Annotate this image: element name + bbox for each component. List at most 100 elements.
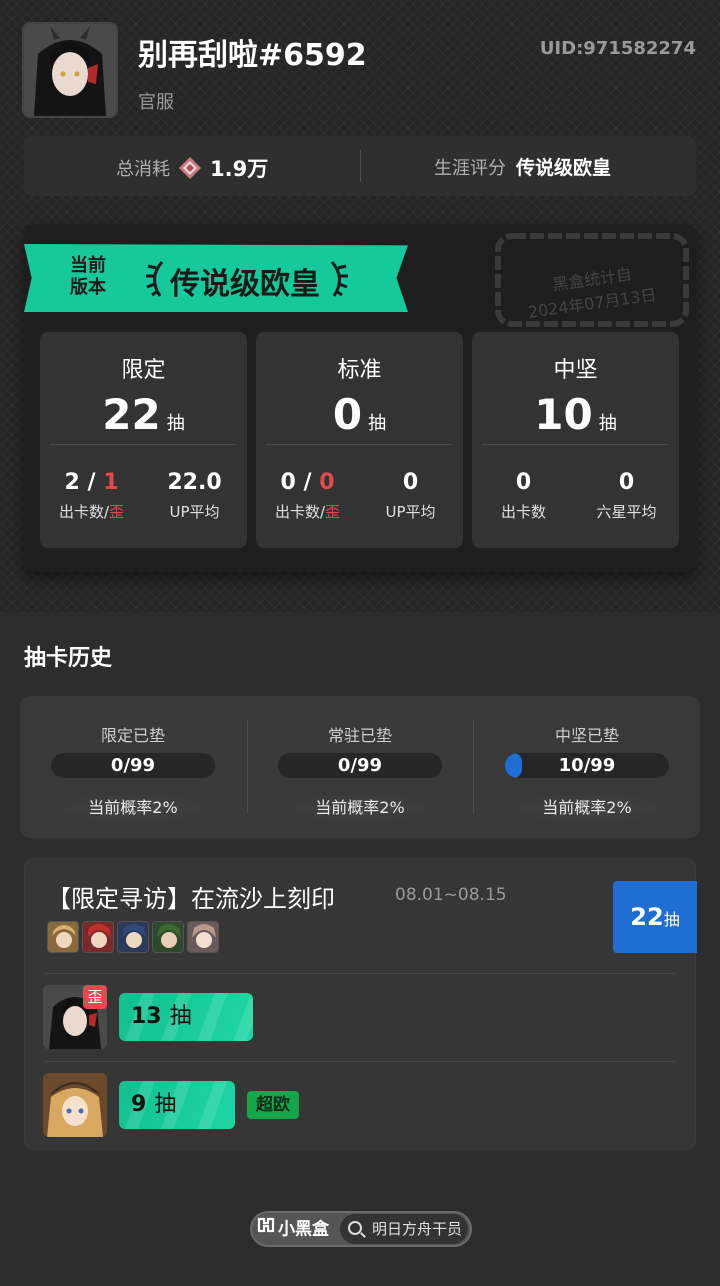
version-rating-ribbon: 当前 版本 传说级欧皇 <box>24 244 408 312</box>
lucky-badge: 超欧 <box>247 1091 299 1119</box>
pity-progress-bar: 0/99 <box>278 753 442 778</box>
offrate-label: 歪 <box>109 503 125 521</box>
pity-value: 10/99 <box>558 755 616 776</box>
current-version-card: 黑盒统计自 2024年07月13日 当前 版本 传说级欧皇 限定 22 抽 2 /… <box>24 224 696 572</box>
server-label: 官服 <box>138 92 174 113</box>
pool-box-standard[interactable]: 标准 0抽 0 / 0 出卡数/歪 0 UP平均 <box>256 332 463 548</box>
pulls-label: 出卡数 <box>58 503 104 521</box>
pool-count-unit: 抽 <box>166 413 185 434</box>
box-divider <box>50 444 237 445</box>
up-average-label: UP平均 <box>169 503 220 521</box>
pity-value: 0/99 <box>337 755 383 776</box>
pulls-label: 出卡数 <box>500 503 546 521</box>
offrate-label: 歪 <box>325 503 341 521</box>
pulls-value: 0 <box>515 470 532 495</box>
banner-divider <box>45 973 675 974</box>
search-pill: 明日方舟干员 <box>340 1214 468 1244</box>
pulls-offrate-cell: 0 / 0 出卡数/歪 <box>256 470 359 522</box>
pity-label: 常驻已垫 <box>327 726 392 745</box>
pull-count-unit: 抽 <box>169 1004 192 1029</box>
rating-value: 传说级欧皇 <box>516 157 612 179</box>
banner-total-badge: 22抽 <box>613 881 697 953</box>
pity-probability: 当前概率2% <box>58 794 208 822</box>
summary-stat-bar: 总消耗 1.9万 生涯评分 传说级欧皇 <box>24 136 696 196</box>
app-logo: 小黑盒 <box>256 1215 329 1243</box>
featured-operator-icon[interactable] <box>152 921 184 953</box>
search-icon <box>348 1221 362 1235</box>
banner-total-unit: 抽 <box>663 910 680 929</box>
pool-title: 标准 <box>337 358 382 383</box>
laurel-left-icon <box>144 260 166 302</box>
pity-kernel: 中坚已垫 10/99 当前概率2% <box>474 696 700 838</box>
featured-operator-icon[interactable] <box>47 921 79 953</box>
pool-count-unit: 抽 <box>368 413 387 434</box>
pity-limited: 限定已垫 0/99 当前概率2% <box>20 696 246 838</box>
laurel-right-icon <box>328 260 350 302</box>
pool-count-value: 10 <box>534 390 593 439</box>
featured-operator-icon[interactable] <box>187 921 219 953</box>
career-rating: 生涯评分 传说级欧皇 <box>434 153 611 180</box>
pool-count-value: 0 <box>332 390 363 439</box>
off-rate-tag: 歪 <box>83 985 107 1009</box>
version-label-line1: 当前 <box>70 255 106 276</box>
banner-divider <box>45 1061 675 1062</box>
pull-count-value: 13 <box>131 1004 162 1029</box>
pull-count-pill: 13 抽 <box>119 993 253 1041</box>
featured-operator-icon[interactable] <box>82 921 114 953</box>
total-spend: 总消耗 1.9万 <box>116 153 268 183</box>
up-average-value: 0 <box>402 470 419 495</box>
version-rating-title: 传说级欧皇 <box>170 267 320 302</box>
app-watermark: 小黑盒 明日方舟干员 <box>250 1211 472 1247</box>
up-average-cell: 22.0 UP平均 <box>143 470 246 522</box>
sep: / <box>303 470 312 495</box>
six-star-average-label: 六星平均 <box>596 503 657 521</box>
history-section-title: 抽卡历史 <box>24 646 113 671</box>
pool-count-value: 22 <box>102 390 161 439</box>
uid-label[interactable]: UID:971582274 <box>540 38 696 59</box>
pool-count: 0抽 <box>256 390 463 439</box>
pull-count-unit: 抽 <box>154 1092 177 1117</box>
pity-value: 0/99 <box>110 755 156 776</box>
heybox-logo-icon <box>256 1215 276 1244</box>
operator-avatar-blonde-hat[interactable] <box>43 1073 107 1137</box>
pull-count-value: 9 <box>131 1092 147 1117</box>
version-label-line2: 版本 <box>70 277 106 298</box>
box-divider <box>482 444 669 445</box>
pool-title: 限定 <box>121 358 166 383</box>
up-average-value: 22.0 <box>167 470 222 495</box>
pool-box-kernel[interactable]: 中坚 10 抽 0 出卡数 0 六星平均 <box>472 332 679 548</box>
banner-total-value: 22 <box>630 903 664 931</box>
up-average-cell: 0 UP平均 <box>359 470 462 522</box>
app-logo-text: 小黑盒 <box>278 1219 329 1240</box>
pool-count: 10 抽 <box>472 390 679 439</box>
stat-divider <box>360 150 361 182</box>
pity-probability: 当前概率2% <box>512 794 662 822</box>
sep: / <box>87 470 96 495</box>
username: 别再刮啦#6592 <box>138 38 367 73</box>
banner-record-card[interactable]: 【限定寻访】在流沙上刻印 08.01~08.15 22抽 歪 13 抽 9抽 超欧 <box>24 858 697 1150</box>
pool-count: 22 抽 <box>40 390 247 439</box>
offrate-value: 1 <box>103 470 119 495</box>
pity-label: 中坚已垫 <box>554 726 619 745</box>
pulls-label: 出卡数 <box>274 503 320 521</box>
search-text: 明日方舟干员 <box>372 1220 463 1238</box>
pity-probability: 当前概率2% <box>285 794 435 822</box>
originite-prime-icon <box>178 156 202 180</box>
banner-title: 【限定寻访】在流沙上刻印 <box>47 885 335 913</box>
pulls-offrate-cell: 2 / 1 出卡数/歪 <box>40 470 143 522</box>
pool-count-unit: 抽 <box>598 413 617 434</box>
featured-operator-icon[interactable] <box>117 921 149 953</box>
version-label: 当前 版本 <box>70 255 106 299</box>
pool-title: 中坚 <box>553 358 598 383</box>
pool-box-limited[interactable]: 限定 22 抽 2 / 1 出卡数/歪 22.0 UP平均 <box>40 332 247 548</box>
six-star-average-cell: 0 六星平均 <box>575 470 678 522</box>
user-avatar[interactable] <box>22 22 118 118</box>
pity-label: 限定已垫 <box>100 726 165 745</box>
banner-date: 08.01~08.15 <box>395 885 507 905</box>
pulls-value: 2 <box>64 470 80 495</box>
pull-count-pill: 9抽 <box>119 1081 235 1129</box>
pity-panel: 限定已垫 0/99 当前概率2% 常驻已垫 0/99 当前概率2% 中坚已垫 1… <box>20 696 700 838</box>
stats-stamp: 黑盒统计自 2024年07月13日 <box>492 230 692 330</box>
rating-label: 生涯评分 <box>434 157 506 179</box>
pity-progress-bar: 0/99 <box>51 753 215 778</box>
